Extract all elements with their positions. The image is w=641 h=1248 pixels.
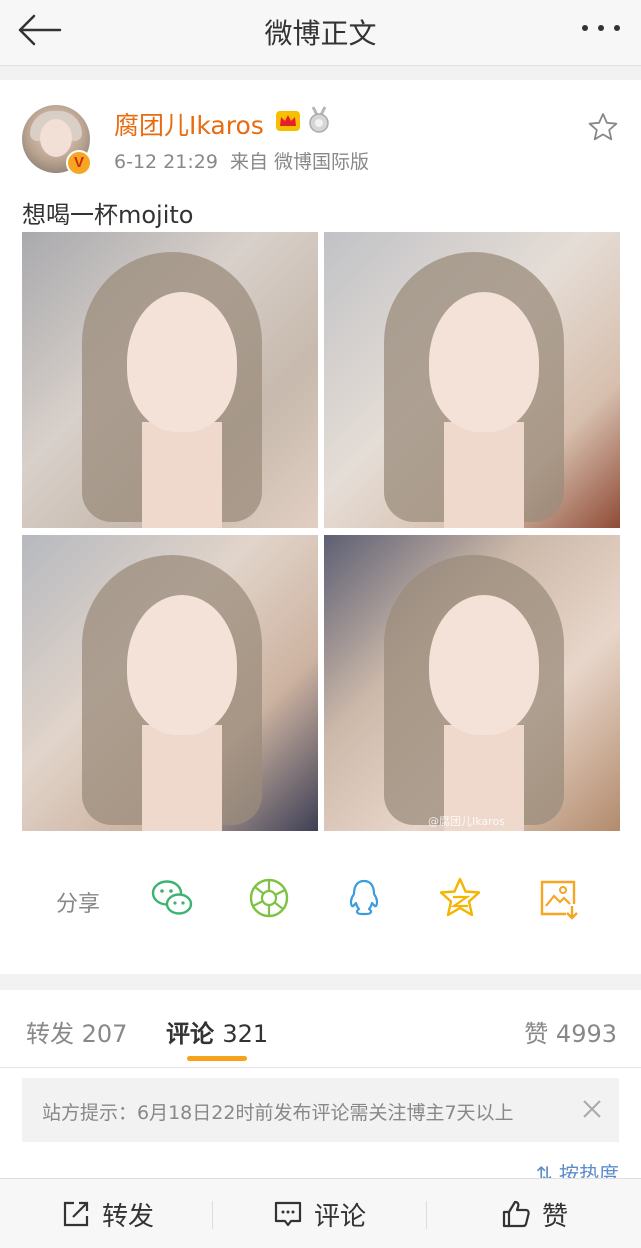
photo-1[interactable] xyxy=(22,232,318,528)
comments-area: 站方提示：6月18日22时前发布评论需关注博主7天以上 ⇅ 按热度 xyxy=(0,1068,641,1178)
like-label: 赞 xyxy=(542,1201,569,1232)
photo-neck xyxy=(444,422,524,528)
photo-face xyxy=(127,595,237,735)
repost-label: 转发 xyxy=(102,1201,155,1232)
top-bar: 微博正文 xyxy=(0,0,641,66)
photo-4[interactable]: @腐团儿Ikaros xyxy=(324,535,620,831)
repost-icon xyxy=(63,1201,89,1227)
tab-repost-label: 转发 xyxy=(26,1020,74,1048)
avatar-face xyxy=(40,119,72,157)
tab-repost-count: 207 xyxy=(81,1020,128,1048)
photo-face xyxy=(127,292,237,432)
stats-tabs: 转发 207 评论 321 赞 4993 xyxy=(0,990,641,1068)
share-label: 分享 xyxy=(56,892,101,917)
close-icon[interactable] xyxy=(581,1098,603,1120)
image-watermark: @腐团儿Ikaros xyxy=(428,815,505,828)
comment-button[interactable]: 评论 xyxy=(272,1197,367,1232)
username[interactable]: 腐团儿Ikaros xyxy=(114,106,264,142)
more-icon[interactable] xyxy=(579,18,623,38)
tab-comment-count: 321 xyxy=(222,1020,269,1048)
photo-face xyxy=(429,595,539,735)
page-title: 微博正文 xyxy=(264,17,377,50)
photo-neck xyxy=(142,422,222,528)
post-meta: 6-12 21:29 来自 微博国际版 xyxy=(114,147,369,174)
medal-icon[interactable] xyxy=(306,106,332,134)
thumbs-up-icon xyxy=(502,1200,530,1228)
moments-icon[interactable] xyxy=(247,876,291,920)
active-tab-indicator xyxy=(187,1056,247,1061)
site-notice: 站方提示：6月18日22时前发布评论需关注博主7天以上 xyxy=(22,1078,619,1142)
photo-3[interactable] xyxy=(22,535,318,831)
wechat-icon[interactable] xyxy=(150,876,194,920)
qq-icon[interactable] xyxy=(342,876,386,920)
repost-button[interactable]: 转发 xyxy=(60,1197,155,1232)
crown-icon[interactable] xyxy=(274,107,302,135)
photo-face xyxy=(429,292,539,432)
divider xyxy=(212,1201,213,1229)
post-text: 想喝一杯mojito xyxy=(22,201,194,229)
like-button[interactable]: 赞 xyxy=(500,1197,569,1232)
tab-comment-label: 评论 xyxy=(166,1020,214,1048)
post-time: 6-12 21:29 xyxy=(114,151,218,173)
save-image-icon[interactable] xyxy=(536,876,580,920)
bottom-action-bar: 转发 评论 赞 xyxy=(0,1178,641,1248)
qzone-icon[interactable] xyxy=(438,876,482,920)
tab-comment[interactable]: 评论 321 xyxy=(166,1014,268,1049)
post-card: V 腐团儿Ikaros 6-12 21:29 来自 微博国际版 想喝一杯moji… xyxy=(0,80,641,974)
verified-badge: V xyxy=(66,150,92,176)
favorite-star-icon[interactable] xyxy=(588,112,618,142)
divider xyxy=(426,1201,427,1229)
sort-icon: ⇅ xyxy=(535,1162,559,1178)
comment-icon xyxy=(274,1201,302,1227)
tab-like[interactable]: 赞 4993 xyxy=(524,1014,617,1049)
site-notice-text: 站方提示：6月18日22时前发布评论需关注博主7天以上 xyxy=(42,1102,514,1124)
post-source: 来自 微博国际版 xyxy=(230,151,370,173)
tab-repost[interactable]: 转发 207 xyxy=(26,1014,127,1049)
photo-neck xyxy=(142,725,222,831)
tab-like-label: 赞 xyxy=(524,1020,549,1048)
tab-like-count: 4993 xyxy=(555,1020,617,1048)
photo-2[interactable] xyxy=(324,232,620,528)
comment-label: 评论 xyxy=(314,1201,367,1232)
sort-by-hot[interactable]: ⇅ 按热度 xyxy=(536,1158,619,1178)
sort-label: 按热度 xyxy=(559,1162,619,1178)
